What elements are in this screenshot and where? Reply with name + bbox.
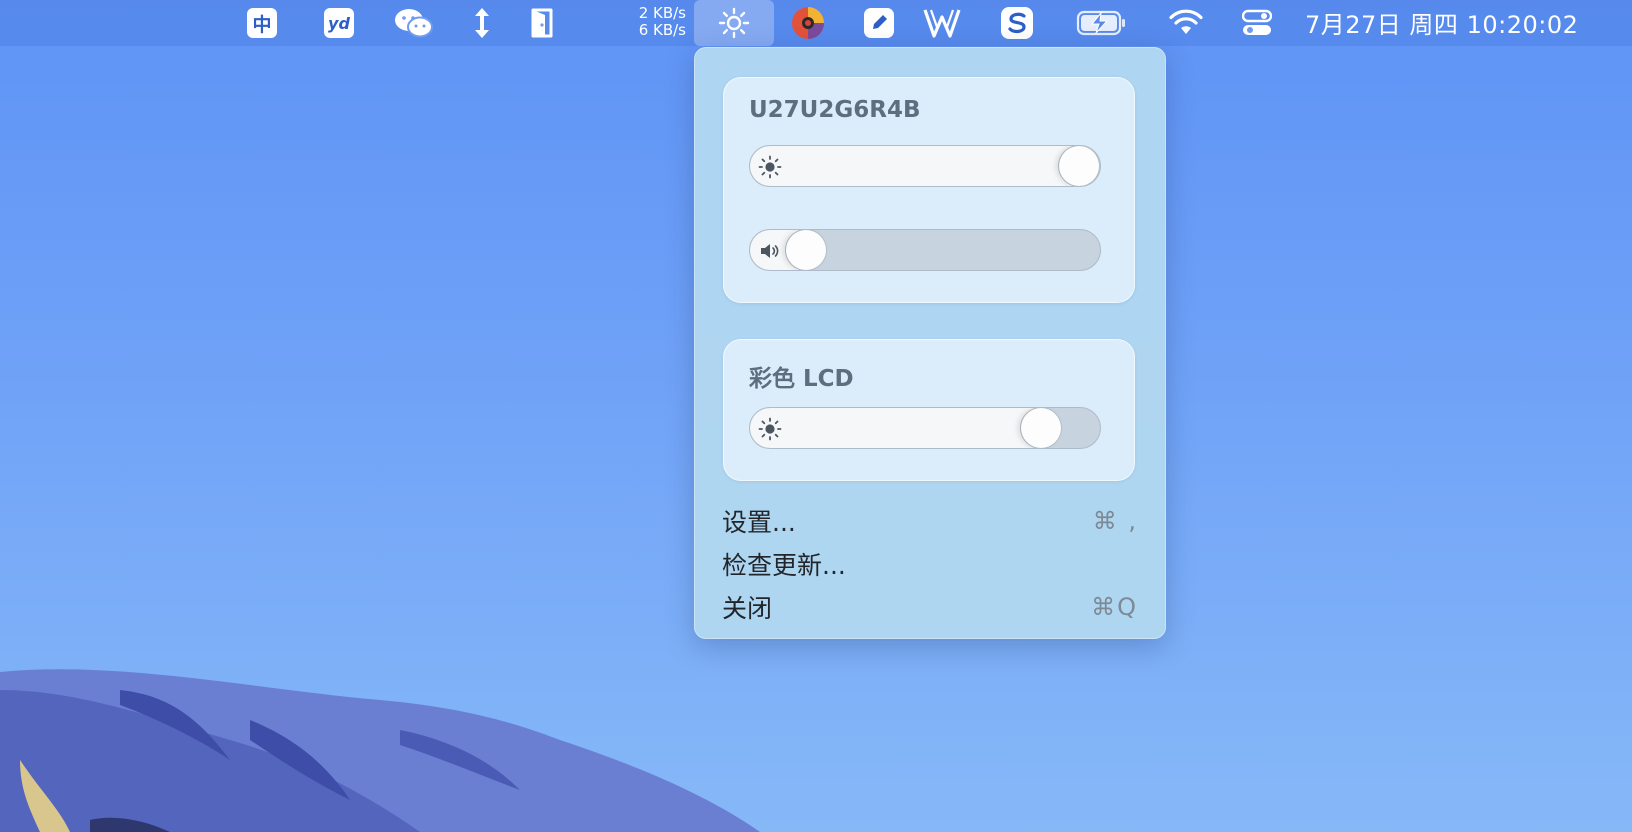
slider-knob[interactable]	[1059, 146, 1099, 186]
battery-charging-icon[interactable]	[1076, 0, 1128, 46]
menu-item-settings[interactable]: 设置... ⌘ ,	[722, 501, 1138, 541]
display-card-external: U27U2G6R4B	[723, 77, 1135, 303]
menu-item-label: 关闭	[722, 594, 773, 623]
input-method-label: 中	[247, 8, 277, 38]
s-app-icon[interactable]	[999, 0, 1035, 46]
menu-item-shortcut: ⌘ ,	[1092, 507, 1138, 535]
display-name-builtin: 彩色 LCD	[749, 366, 854, 392]
slider-fill	[750, 408, 1041, 448]
wifi-icon[interactable]	[1167, 0, 1205, 46]
display-card-builtin: 彩色 LCD	[723, 339, 1135, 481]
color-app-icon[interactable]	[790, 0, 826, 46]
menu-item-label: 检查更新...	[722, 551, 846, 580]
sun-icon	[758, 155, 782, 179]
slider-knob[interactable]	[786, 230, 826, 270]
youdao-icon[interactable]: yd	[321, 0, 357, 46]
net-down: 6 KB/s	[638, 21, 686, 39]
menu-item-check-updates[interactable]: 检查更新...	[722, 544, 1138, 584]
net-up: 2 KB/s	[638, 4, 686, 22]
volume-slider-external[interactable]	[749, 229, 1101, 271]
menu-item-quit[interactable]: 关闭 ⌘Q	[722, 587, 1138, 627]
brightness-popup: U27U2G6R4B 彩色 LCD 设置... ⌘ , 检查更新... 关闭 ⌘…	[694, 47, 1166, 639]
brightness-slider-external[interactable]	[749, 145, 1101, 187]
menu-item-shortcut: ⌘Q	[1091, 593, 1138, 621]
sun-icon	[758, 417, 782, 441]
network-speed[interactable]: 2 KB/s 6 KB/s	[610, 5, 686, 39]
pencil-icon[interactable]	[862, 0, 896, 46]
input-method-icon[interactable]: 中	[244, 0, 280, 46]
menu-item-label: 设置...	[722, 508, 796, 537]
slider-fill	[750, 146, 1079, 186]
speaker-icon	[761, 244, 779, 258]
display-name-external: U27U2G6R4B	[749, 97, 921, 123]
wechat-icon[interactable]	[392, 0, 436, 46]
menu-bar: 中 yd 2 KB/s 6 KB/s 7月27日 周四 10:20:02	[0, 0, 1632, 46]
brightness-slider-builtin[interactable]	[749, 407, 1101, 449]
slider-knob[interactable]	[1020, 408, 1061, 448]
arrows-updown-icon[interactable]	[470, 0, 494, 46]
vector-w-icon[interactable]	[922, 0, 962, 46]
brightness-icon[interactable]	[694, 0, 774, 46]
door-icon[interactable]	[527, 0, 557, 46]
control-center-icon[interactable]	[1240, 0, 1274, 46]
youdao-label: yd	[324, 8, 354, 38]
menubar-clock[interactable]: 7月27日 周四 10:20:02	[1305, 0, 1578, 44]
